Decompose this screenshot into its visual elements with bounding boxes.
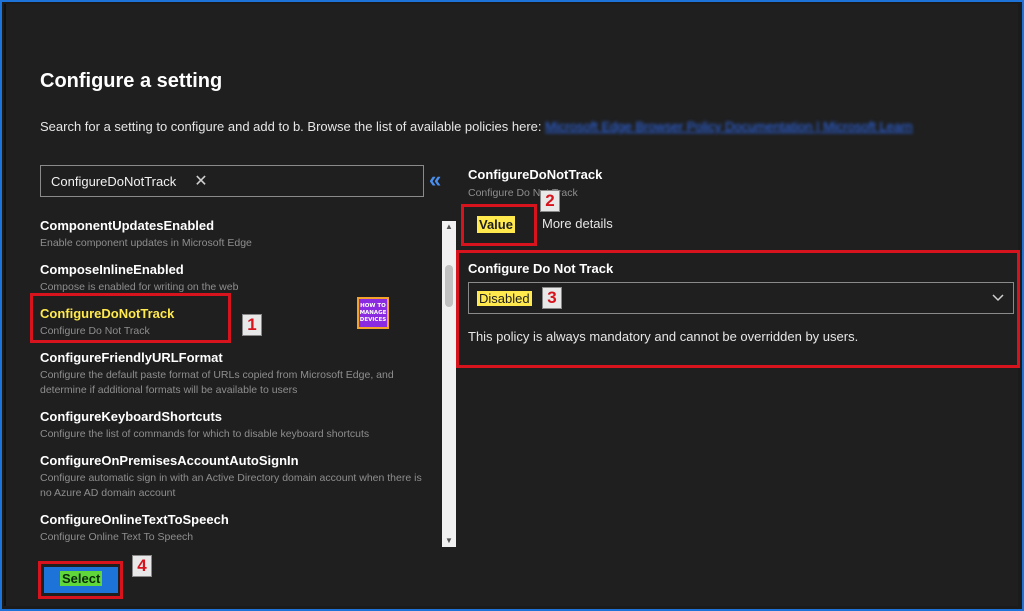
logo-line: HOW TO [360,303,386,309]
scroll-thumb[interactable] [445,265,453,307]
setting-name: ConfigureKeyboardShortcuts [40,409,223,424]
chevron-down-icon [992,294,1004,302]
setting-name: ComponentUpdatesEnabled [40,218,215,233]
list-item[interactable]: ComposeInlineEnabled Compose is enabled … [40,261,434,295]
detail-subtitle: Configure Do Not Track [468,187,578,199]
page-title: Configure a setting [40,70,223,92]
double-chevron-left-icon[interactable]: « [429,169,453,192]
setting-description: Configure Online Text To Speech [40,531,194,543]
description-text: Search for a setting to configure and ad… [40,119,546,134]
setting-description: Configure automatic sign in with an Acti… [40,472,422,499]
dropdown-selected-value: Disabled [477,291,532,306]
logo-line: MANAGE [359,310,387,316]
page-description: Search for a setting to configure and ad… [40,117,990,137]
list-scrollbar[interactable]: ▲ ▼ [442,221,456,547]
annotation-number-4: 4 [132,555,152,577]
policy-note: This policy is always mandatory and cann… [468,329,859,344]
setting-description: Compose is enabled for writing on the we… [40,281,239,293]
setting-name: ConfigureOnlineTextToSpeech [40,512,229,527]
annotation-number-2: 2 [540,190,560,212]
site-logo: HOW TO MANAGE DEVICES [357,297,389,329]
tab-more-details[interactable]: More details [542,216,613,231]
setting-name: ConfigureOnPremisesAccountAutoSignIn [40,453,299,468]
tab-value[interactable]: Value [477,216,515,233]
list-item[interactable]: ComponentUpdatesEnabled Enable component… [40,217,434,251]
list-item[interactable]: ConfigureOnPremisesAccountAutoSignIn Con… [40,452,434,501]
select-button-label: Select [60,571,103,586]
close-icon[interactable]: ✕ [194,171,207,191]
list-item[interactable]: ConfigureFriendlyURLFormat Configure the… [40,349,434,398]
annotation-number-3: 3 [542,287,562,309]
logo-line: DEVICES [359,317,387,323]
field-label: Configure Do Not Track [468,261,614,276]
search-value: ConfigureDoNotTrack [51,173,177,189]
setting-name: ConfigureFriendlyURLFormat [40,350,223,365]
setting-description: Configure the list of commands for which… [40,428,370,440]
scroll-up-arrow-icon[interactable]: ▲ [442,221,456,233]
select-button[interactable]: Select [44,567,118,593]
annotation-number-1: 1 [242,314,262,336]
detail-title: ConfigureDoNotTrack [468,167,603,182]
setting-search-input[interactable]: ConfigureDoNotTrack ✕ [40,165,424,197]
policy-documentation-link[interactable]: Microsoft Edge Browser Policy Documentat… [545,119,913,134]
setting-description: Enable component updates in Microsoft Ed… [40,237,252,249]
setting-description: Configure the default paste format of UR… [40,369,394,396]
scroll-down-arrow-icon[interactable]: ▼ [442,535,456,547]
list-item[interactable]: ConfigureOnlineTextToSpeech Configure On… [40,511,434,545]
list-item[interactable]: ConfigureKeyboardShortcuts Configure the… [40,408,434,442]
setting-name: ComposeInlineEnabled [40,262,184,277]
